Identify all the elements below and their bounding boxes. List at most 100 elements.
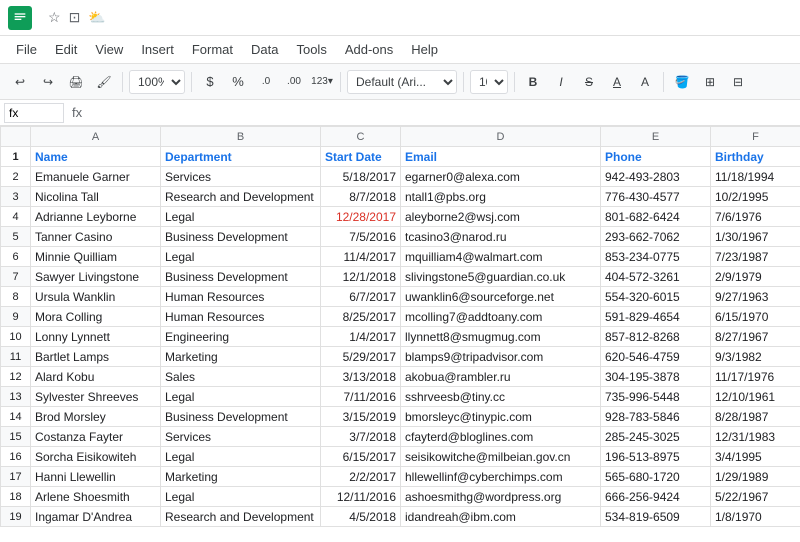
cell-email[interactable]: aleyborne2@wsj.com	[401, 207, 601, 227]
cloud-icon[interactable]: ⛅	[88, 9, 105, 26]
col-header-c[interactable]: C	[321, 127, 401, 147]
cell-department[interactable]: Legal	[161, 247, 321, 267]
cell-email[interactable]: egarner0@alexa.com	[401, 167, 601, 187]
cell-department[interactable]: Department	[161, 147, 321, 167]
currency-button[interactable]: $	[198, 70, 222, 94]
cell-birthday[interactable]: 1/29/1989	[711, 467, 800, 487]
cell-phone[interactable]: 776-430-4577	[601, 187, 711, 207]
cell-email[interactable]: hllewellinf@cyberchimps.com	[401, 467, 601, 487]
cell-start-date[interactable]: 11/4/2017	[321, 247, 401, 267]
cell-department[interactable]: Services	[161, 167, 321, 187]
menu-format[interactable]: Format	[184, 40, 241, 59]
col-header-d[interactable]: D	[401, 127, 601, 147]
cell-phone[interactable]: 565-680-1720	[601, 467, 711, 487]
redo-button[interactable]: ↪	[36, 70, 60, 94]
cell-phone[interactable]: Phone	[601, 147, 711, 167]
cell-email[interactable]: mquilliam4@walmart.com	[401, 247, 601, 267]
cell-birthday[interactable]: 7/23/1987	[711, 247, 800, 267]
cell-birthday[interactable]: 10/2/1995	[711, 187, 800, 207]
cell-phone[interactable]: 666-256-9424	[601, 487, 711, 507]
format-number-button[interactable]: 123▾	[310, 70, 334, 94]
cell-phone[interactable]: 404-572-3261	[601, 267, 711, 287]
cell-start-date[interactable]: 7/5/2016	[321, 227, 401, 247]
col-header-f[interactable]: F	[711, 127, 800, 147]
col-header-a[interactable]: A	[31, 127, 161, 147]
cell-department[interactable]: Human Resources	[161, 307, 321, 327]
cell-name[interactable]: Arlene Shoesmith	[31, 487, 161, 507]
underline-button[interactable]: A	[605, 70, 629, 94]
bold-button[interactable]: B	[521, 70, 545, 94]
cell-department[interactable]: Sales	[161, 367, 321, 387]
cell-phone[interactable]: 304-195-3878	[601, 367, 711, 387]
cell-name[interactable]: Ursula Wanklin	[31, 287, 161, 307]
cell-birthday[interactable]: Birthday	[711, 147, 800, 167]
cell-name[interactable]: Minnie Quilliam	[31, 247, 161, 267]
menu-tools[interactable]: Tools	[288, 40, 334, 59]
cell-start-date[interactable]: 8/7/2018	[321, 187, 401, 207]
cell-department[interactable]: Marketing	[161, 347, 321, 367]
cell-birthday[interactable]: 1/30/1967	[711, 227, 800, 247]
cell-birthday[interactable]: 11/17/1976	[711, 367, 800, 387]
cell-name[interactable]: Costanza Fayter	[31, 427, 161, 447]
menu-file[interactable]: File	[8, 40, 45, 59]
cell-birthday[interactable]: 7/6/1976	[711, 207, 800, 227]
percent-button[interactable]: %	[226, 70, 250, 94]
cell-phone[interactable]: 293-662-7062	[601, 227, 711, 247]
cell-name[interactable]: Sylvester Shreeves	[31, 387, 161, 407]
fill-color-button[interactable]: 🪣	[670, 70, 694, 94]
italic-button[interactable]: I	[549, 70, 573, 94]
cell-name[interactable]: Name	[31, 147, 161, 167]
cell-birthday[interactable]: 12/31/1983	[711, 427, 800, 447]
cell-birthday[interactable]: 9/3/1982	[711, 347, 800, 367]
cell-department[interactable]: Business Development	[161, 227, 321, 247]
cell-start-date[interactable]: 12/28/2017	[321, 207, 401, 227]
decimal-less-button[interactable]: .0	[254, 70, 278, 94]
merge-button[interactable]: ⊟	[726, 70, 750, 94]
cell-phone[interactable]: 928-783-5846	[601, 407, 711, 427]
cell-start-date[interactable]: 7/11/2016	[321, 387, 401, 407]
menu-addons[interactable]: Add-ons	[337, 40, 401, 59]
cell-start-date[interactable]: 5/18/2017	[321, 167, 401, 187]
decimal-more-button[interactable]: .00	[282, 70, 306, 94]
cell-start-date[interactable]: 6/7/2017	[321, 287, 401, 307]
cell-start-date[interactable]: 12/11/2016	[321, 487, 401, 507]
cell-birthday[interactable]: 11/18/1994	[711, 167, 800, 187]
cell-start-date[interactable]: 4/5/2018	[321, 507, 401, 527]
cell-phone[interactable]: 942-493-2803	[601, 167, 711, 187]
cell-start-date[interactable]: 3/13/2018	[321, 367, 401, 387]
cell-start-date[interactable]: 2/2/2017	[321, 467, 401, 487]
cell-department[interactable]: Legal	[161, 207, 321, 227]
cell-birthday[interactable]: 8/27/1967	[711, 327, 800, 347]
cell-name[interactable]: Hanni Llewellin	[31, 467, 161, 487]
undo-button[interactable]: ↩	[8, 70, 32, 94]
cell-email[interactable]: ashoesmithg@wordpress.org	[401, 487, 601, 507]
cell-name[interactable]: Bartlet Lamps	[31, 347, 161, 367]
cell-email[interactable]: akobua@rambler.ru	[401, 367, 601, 387]
cell-email[interactable]: idandreah@ibm.com	[401, 507, 601, 527]
cell-phone[interactable]: 801-682-6424	[601, 207, 711, 227]
cell-start-date[interactable]: 12/1/2018	[321, 267, 401, 287]
cell-name[interactable]: Adrianne Leyborne	[31, 207, 161, 227]
menu-view[interactable]: View	[87, 40, 131, 59]
menu-help[interactable]: Help	[403, 40, 446, 59]
cell-name[interactable]: Ingamar D'Andrea	[31, 507, 161, 527]
cell-start-date[interactable]: 1/4/2017	[321, 327, 401, 347]
cell-start-date[interactable]: 6/15/2017	[321, 447, 401, 467]
cell-phone[interactable]: 735-996-5448	[601, 387, 711, 407]
cell-name[interactable]: Nicolina Tall	[31, 187, 161, 207]
cell-birthday[interactable]: 2/9/1979	[711, 267, 800, 287]
cell-name[interactable]: Lonny Lynnett	[31, 327, 161, 347]
cell-department[interactable]: Marketing	[161, 467, 321, 487]
cell-email[interactable]: Email	[401, 147, 601, 167]
cell-birthday[interactable]: 6/15/1970	[711, 307, 800, 327]
cell-name[interactable]: Tanner Casino	[31, 227, 161, 247]
cell-email[interactable]: cfayterd@bloglines.com	[401, 427, 601, 447]
font-select[interactable]: Default (Ari... Arial Times New Roman	[347, 70, 457, 94]
cell-email[interactable]: ntall1@pbs.org	[401, 187, 601, 207]
menu-insert[interactable]: Insert	[133, 40, 182, 59]
font-size-select[interactable]: 10 11 12	[470, 70, 508, 94]
cell-birthday[interactable]: 9/27/1963	[711, 287, 800, 307]
zoom-select[interactable]: 100% 75% 150%	[129, 70, 185, 94]
cell-phone[interactable]: 534-819-6509	[601, 507, 711, 527]
col-header-e[interactable]: E	[601, 127, 711, 147]
